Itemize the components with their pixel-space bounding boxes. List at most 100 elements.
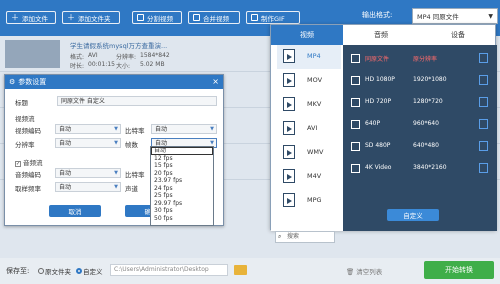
tab-device[interactable]: 设备 [419, 25, 497, 45]
framerate-label: 帧数 [125, 141, 138, 149]
resolution-label: 分辨率 [15, 141, 35, 149]
save-to-label: 保存至: [6, 267, 30, 275]
video-file-icon [283, 193, 295, 207]
save-path-input[interactable]: C:\Users\Administrator\Desktop [110, 264, 228, 276]
preset-row[interactable]: HD 1080P 1920*1080 [351, 71, 493, 91]
video-file-icon [283, 121, 295, 135]
video-file-icon [283, 49, 295, 63]
radio-selected-icon [76, 268, 82, 274]
preset-row[interactable]: HD 720P 1280*720 [351, 93, 493, 113]
title-label: 标题 [15, 99, 28, 107]
title-input[interactable]: 同原文件 自定义 [57, 96, 217, 106]
video-preset-icon [351, 120, 360, 129]
preset-row[interactable]: 640P 960*640 [351, 115, 493, 135]
framerate-dropdown: 自动 12 fps 15 fps 20 fps 23.97 fps 24 fps… [150, 146, 214, 226]
fps-option[interactable]: 12 fps [151, 155, 213, 163]
folder-icon[interactable] [234, 265, 247, 275]
add-folder-button[interactable]: ＋ 添加文件夹 [62, 11, 120, 24]
tab-video[interactable]: 视频 [271, 25, 343, 45]
bitrate-select[interactable]: 自动 ▼ [151, 124, 217, 134]
chevron-down-icon: ▼ [114, 184, 118, 190]
merge-icon [193, 14, 200, 21]
video-file-icon [283, 97, 295, 111]
output-format-select[interactable]: MP4 同原文件 ▼ [412, 8, 498, 24]
file-resolution-label: 分辨率: [116, 54, 137, 61]
file-size-label: 大小: [116, 63, 131, 70]
radio-custom[interactable]: 自定义 [76, 266, 103, 276]
split-video-button[interactable]: 分割视频 [132, 11, 182, 24]
merge-video-button[interactable]: 合并视频 [188, 11, 240, 24]
audio-codec-select[interactable]: 自动 ▼ [55, 168, 121, 178]
fps-option[interactable]: 20 fps [151, 170, 213, 178]
search-icon: ⌕ [278, 233, 282, 240]
audio-codec-label: 音频编码 [15, 171, 41, 179]
video-preset-icon [351, 164, 360, 173]
gif-icon [251, 14, 258, 21]
radio-original-folder[interactable]: 原文件夹 [38, 266, 71, 276]
video-file-icon [283, 169, 295, 183]
chevron-down-icon: ▼ [210, 126, 214, 132]
split-icon [137, 14, 144, 21]
file-resolution: 1584*842 [140, 52, 170, 59]
edit-icon[interactable] [479, 75, 488, 85]
tab-audio[interactable]: 音频 [343, 25, 419, 45]
clear-list-button[interactable]: 🗑 清空列表 [346, 266, 382, 276]
video-preset-icon [351, 76, 360, 85]
edit-icon[interactable] [479, 97, 488, 107]
chevron-down-icon: ▼ [114, 126, 118, 132]
fps-option[interactable]: 50 fps [151, 215, 213, 223]
chevron-down-icon: ▼ [488, 13, 493, 20]
format-list: MP4 MOV MKV AVI WMV M4V MPG 搜索 ⌕ [271, 45, 343, 243]
format-item-wmv[interactable]: WMV [277, 141, 341, 165]
format-item-mov[interactable]: MOV [277, 69, 341, 93]
video-codec-label: 视频编码 [15, 127, 41, 135]
close-icon[interactable]: × [212, 77, 219, 86]
custom-preset-button[interactable]: 自定义 [387, 209, 439, 221]
file-format: AVI [88, 52, 98, 59]
trash-icon: 🗑 [346, 268, 355, 276]
resolution-select[interactable]: 自动 ▼ [55, 138, 121, 148]
chevron-down-icon: ▼ [114, 170, 118, 176]
fps-option[interactable]: 24 fps [151, 185, 213, 193]
format-item-avi[interactable]: AVI [277, 117, 341, 141]
add-file-button[interactable]: ＋ 添加文件 [6, 11, 56, 24]
format-item-mpg[interactable]: MPG [277, 189, 341, 213]
checkbox-icon[interactable]: ✓ [15, 161, 21, 167]
format-search-input[interactable]: 搜索 [275, 231, 335, 243]
edit-icon[interactable] [479, 119, 488, 129]
video-thumbnail [5, 40, 60, 68]
fps-option[interactable]: 15 fps [151, 162, 213, 170]
plus-icon: ＋ [11, 13, 19, 22]
preset-list: 同原文件 原分辨率 HD 1080P 1920*1080 HD 720P 128… [343, 45, 497, 231]
preset-row[interactable]: 同原文件 原分辨率 [351, 49, 493, 69]
video-preset-icon [351, 54, 360, 63]
edit-icon[interactable] [479, 163, 488, 173]
sample-rate-select[interactable]: 自动 ▼ [55, 182, 121, 192]
start-convert-button[interactable]: 开始转换 [424, 261, 494, 279]
file-size: 5.02 MB [140, 61, 165, 68]
video-section-label: 视频流 [15, 115, 35, 123]
format-item-m4v[interactable]: M4V [277, 165, 341, 189]
file-duration-label: 时长: [70, 63, 85, 70]
format-item-mp4[interactable]: MP4 [277, 45, 341, 69]
fps-option[interactable]: 25 fps [151, 192, 213, 200]
radio-icon [38, 268, 44, 274]
video-codec-select[interactable]: 自动 ▼ [55, 124, 121, 134]
edit-icon[interactable] [479, 141, 488, 151]
fps-option[interactable]: 自动 [151, 147, 213, 155]
format-item-mkv[interactable]: MKV [277, 93, 341, 117]
plus-icon: ＋ [67, 13, 75, 22]
video-preset-icon [351, 98, 360, 107]
fps-option[interactable]: 29.97 fps [151, 200, 213, 208]
make-gif-button[interactable]: 制作GIF [246, 11, 300, 24]
edit-icon[interactable] [479, 53, 488, 63]
video-file-icon [283, 73, 295, 87]
preset-row[interactable]: SD 480P 640*480 [351, 137, 493, 157]
sample-rate-label: 取样频率 [15, 185, 41, 193]
chevron-down-icon: ▼ [114, 140, 118, 146]
cancel-button[interactable]: 取消 [49, 205, 101, 217]
video-preset-icon [351, 142, 360, 151]
fps-option[interactable]: 30 fps [151, 207, 213, 215]
fps-option[interactable]: 23.97 fps [151, 177, 213, 185]
preset-row[interactable]: 4K Video 3840*2160 [351, 159, 493, 179]
